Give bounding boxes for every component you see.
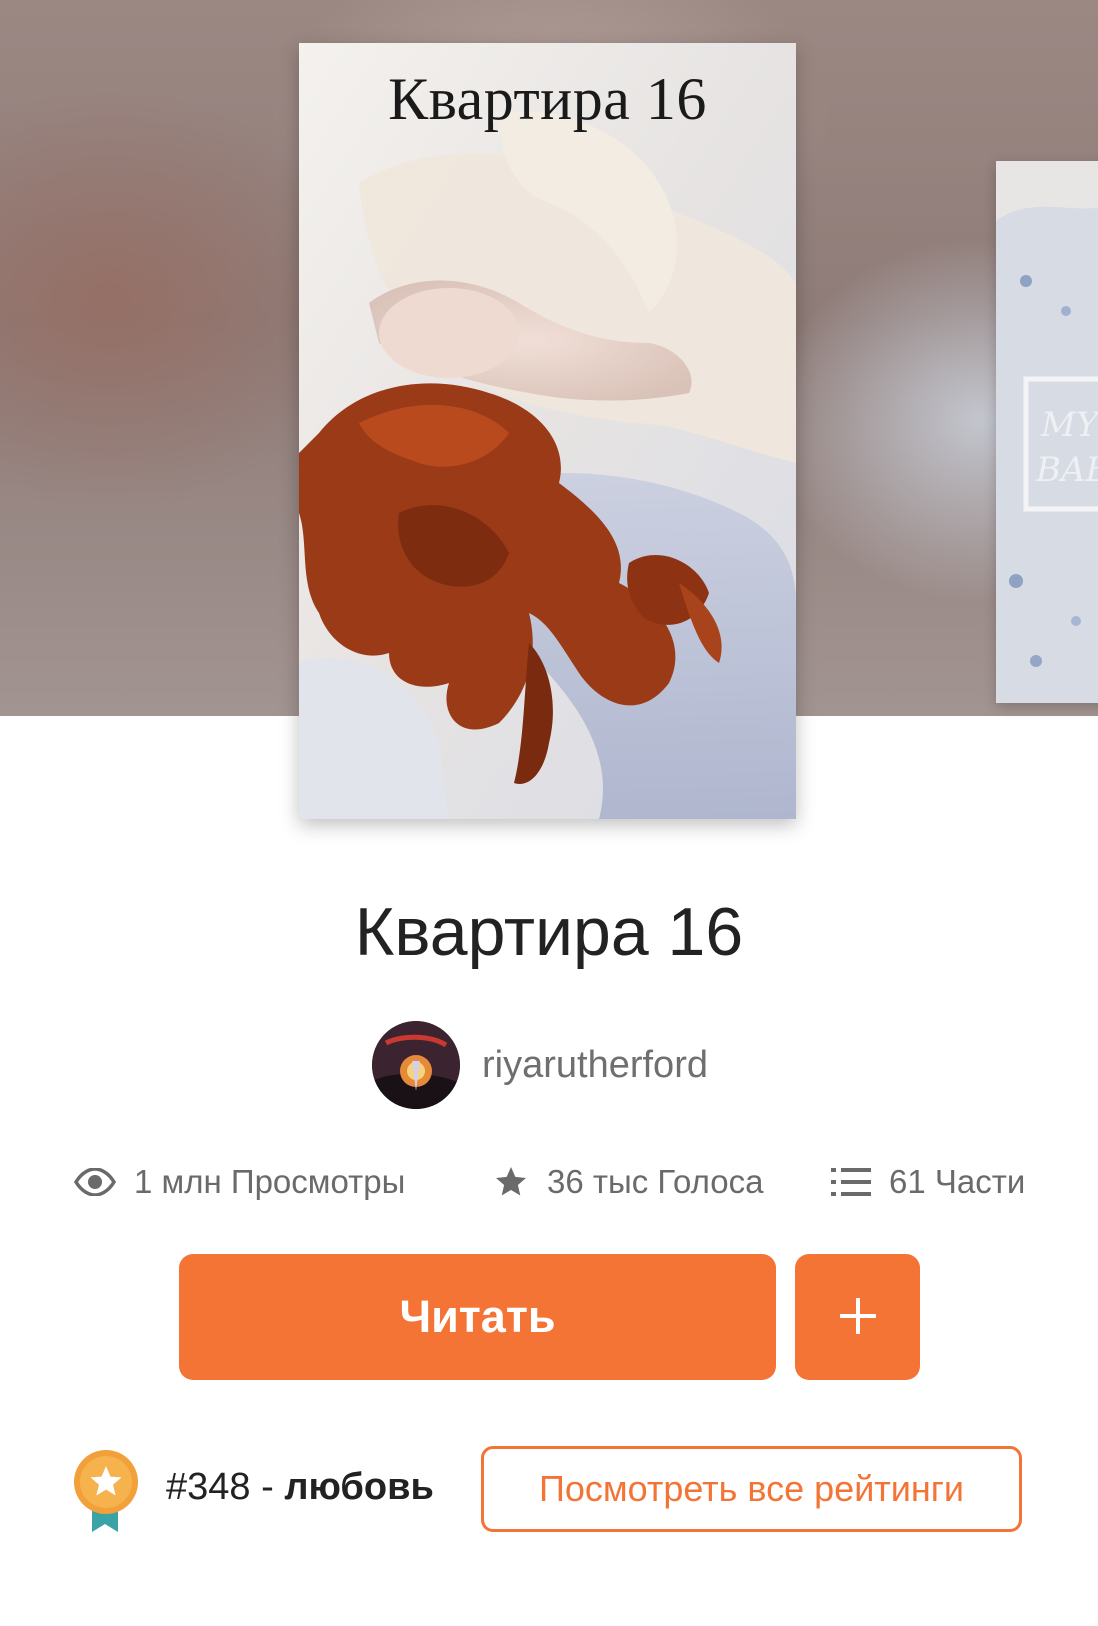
votes-stat: 36 тыс Голоса xyxy=(493,1158,764,1206)
author-avatar[interactable] xyxy=(372,1021,460,1109)
award-ribbon-icon xyxy=(72,1448,144,1534)
cover-title: Квартира 16 xyxy=(388,66,707,132)
views-count: 1 млн Просмотры xyxy=(134,1163,406,1200)
rank-tag[interactable]: любовь xyxy=(284,1466,434,1508)
view-all-rankings-button[interactable]: Посмотреть все рейтинги xyxy=(481,1446,1022,1532)
author-name[interactable]: riyarutherford xyxy=(482,1044,708,1087)
author-link[interactable]: riyarutherford xyxy=(372,1020,708,1110)
avatar-image xyxy=(372,1021,460,1109)
story-stats: 1 млн Просмотры 36 тыс Голоса 61 Части xyxy=(0,1158,1098,1206)
next-cover-text-2: BAB xyxy=(1035,450,1098,490)
eye-icon xyxy=(74,1168,116,1196)
list-icon xyxy=(831,1165,871,1199)
cover-artwork xyxy=(299,43,796,819)
star-icon xyxy=(493,1164,529,1200)
parts-count: 61 Части xyxy=(889,1163,1026,1200)
next-story-cover[interactable]: MY BAB xyxy=(996,161,1098,703)
plus-icon xyxy=(838,1296,878,1339)
rank-separator: - xyxy=(250,1466,285,1508)
story-details-page: Квартира 16 MY BAB Квартира 16 xyxy=(0,0,1098,1626)
ranking-text: #348 - любовь xyxy=(166,1466,434,1509)
read-button[interactable]: Читать xyxy=(179,1254,776,1380)
parts-stat: 61 Части xyxy=(831,1158,1025,1206)
votes-count: 36 тыс Голоса xyxy=(547,1163,764,1200)
next-cover-text-1: MY xyxy=(1040,405,1098,445)
views-stat: 1 млн Просмотры xyxy=(74,1158,405,1206)
story-title: Квартира 16 xyxy=(354,894,744,970)
rank-number: #348 xyxy=(166,1466,251,1508)
next-cover-artwork: MY BAB xyxy=(996,161,1098,703)
add-to-library-button[interactable] xyxy=(795,1254,920,1380)
story-cover[interactable]: Квартира 16 xyxy=(299,43,796,819)
